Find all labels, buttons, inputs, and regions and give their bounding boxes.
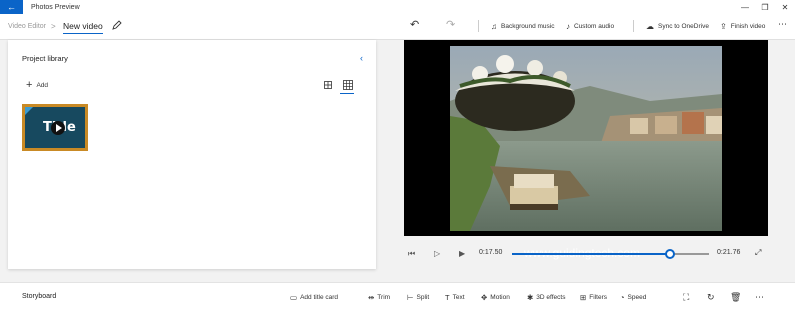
filter-icon: ⊞ xyxy=(580,293,587,302)
add-title-card-button[interactable]: ▭ Add title card xyxy=(290,293,338,302)
close-button[interactable]: ✕ xyxy=(775,0,795,14)
skip-back-icon[interactable]: ⏮ xyxy=(408,249,415,259)
redo-icon[interactable]: ↷ xyxy=(446,18,458,32)
add-title-card-label: Add title card xyxy=(300,294,339,301)
cloud-icon: ☁ xyxy=(646,21,654,31)
add-label: Add xyxy=(36,81,49,89)
music-note-icon: ♫ xyxy=(491,21,497,31)
sync-onedrive-button[interactable]: ☁ Sync to OneDrive xyxy=(646,20,709,32)
selected-corner-indicator xyxy=(25,107,33,115)
motion-label: Motion xyxy=(490,294,510,301)
plus-icon: + xyxy=(26,79,33,91)
toolbar-divider xyxy=(633,20,634,32)
storyboard-title: Storyboard xyxy=(22,293,57,300)
filters-button[interactable]: ⊞ Filters xyxy=(580,293,607,302)
pencil-icon[interactable] xyxy=(111,19,123,31)
app-title: Photos Preview xyxy=(31,3,80,11)
minimize-button[interactable]: — xyxy=(735,0,755,14)
rotate-icon[interactable]: ↻ xyxy=(707,292,715,303)
large-grid-view-icon[interactable] xyxy=(324,81,332,89)
current-time: 0:17.50 xyxy=(479,249,503,256)
filters-label: Filters xyxy=(589,294,607,301)
background-music-button[interactable]: ♫ Background music xyxy=(491,20,554,32)
more-storyboard-icon[interactable]: ⋯ xyxy=(755,292,764,303)
speed-label: Speed xyxy=(627,294,647,301)
editor-header: Video Editor > New video ↶ ↷ ♫ Backgroun… xyxy=(0,14,795,40)
sparkle-icon: ✱ xyxy=(527,293,534,302)
total-time: 0:21.76 xyxy=(717,249,741,256)
split-label: Split xyxy=(416,294,430,301)
split-icon: ⊢ xyxy=(407,293,414,302)
sync-onedrive-label: Sync to OneDrive xyxy=(658,22,709,30)
audio-icon: ♪ xyxy=(566,21,570,31)
text-icon: T xyxy=(445,293,450,302)
3d-effects-button[interactable]: ✱ 3D effects xyxy=(527,293,565,302)
project-library-panel: Project library ‹ + Add Title xyxy=(8,40,376,269)
back-arrow-icon: ← xyxy=(7,2,16,12)
delete-icon[interactable]: 🗑 xyxy=(730,292,741,303)
trim-icon: ⇹ xyxy=(368,293,375,302)
resize-icon[interactable]: ⛶ xyxy=(683,292,689,303)
custom-audio-label: Custom audio xyxy=(574,22,615,30)
seek-bar[interactable] xyxy=(512,249,709,259)
title-card-thumbnail: Title xyxy=(25,107,85,148)
play-button-icon[interactable]: ▶ xyxy=(459,249,465,258)
title-bar: ← Photos Preview — ❐ ✕ xyxy=(0,0,795,14)
step-back-icon[interactable]: ▷ xyxy=(434,249,440,258)
motion-icon: ✥ xyxy=(481,293,488,302)
maximize-button[interactable]: ❐ xyxy=(755,0,775,14)
finish-video-button[interactable]: ⇪ Finish video xyxy=(720,20,765,32)
seek-bar-progress xyxy=(512,253,670,255)
text-label: Text xyxy=(452,294,465,301)
split-button[interactable]: ⊢ Split xyxy=(407,293,429,302)
breadcrumb-separator: > xyxy=(51,22,56,31)
toolbar-divider xyxy=(478,20,479,32)
trim-button[interactable]: ⇹ Trim xyxy=(368,293,390,302)
text-button[interactable]: T Text xyxy=(445,293,465,302)
window-controls: — ❐ ✕ xyxy=(735,0,795,14)
custom-audio-button[interactable]: ♪ Custom audio xyxy=(566,20,614,32)
title-card-icon: ▭ xyxy=(290,293,298,302)
motion-button[interactable]: ✥ Motion xyxy=(481,293,510,302)
active-view-indicator xyxy=(340,93,354,94)
export-icon: ⇪ xyxy=(720,21,727,31)
finish-video-label: Finish video xyxy=(730,22,766,30)
add-media-button[interactable]: + Add xyxy=(26,79,49,91)
small-grid-view-icon[interactable] xyxy=(343,80,353,90)
more-options-icon[interactable]: ⋯ xyxy=(778,19,787,30)
seek-handle[interactable] xyxy=(664,249,675,259)
storyboard-toolbar: Storyboard ▭ Add title card ⇹ Trim ⊢ Spl… xyxy=(0,282,795,314)
library-item-title-card[interactable]: Title xyxy=(22,104,88,151)
background-music-label: Background music xyxy=(501,22,555,30)
undo-icon[interactable]: ↶ xyxy=(410,18,422,32)
video-preview[interactable]: www.guidingtech.com xyxy=(404,40,768,260)
project-title[interactable]: New video xyxy=(63,21,103,34)
3d-effects-label: 3D effects xyxy=(536,294,566,301)
collapse-panel-icon[interactable]: ‹ xyxy=(360,53,363,63)
speed-button[interactable]: ◔ Speed xyxy=(620,293,646,302)
play-icon xyxy=(51,121,65,135)
project-library-title: Project library xyxy=(22,54,68,63)
breadcrumb-video-editor[interactable]: Video Editor xyxy=(8,23,46,30)
back-button[interactable]: ← xyxy=(0,0,23,14)
video-frame xyxy=(450,46,722,231)
fullscreen-icon[interactable]: ⤢ xyxy=(755,248,761,258)
trim-label: Trim xyxy=(377,294,391,301)
speedometer-icon: ◔ xyxy=(620,293,625,302)
